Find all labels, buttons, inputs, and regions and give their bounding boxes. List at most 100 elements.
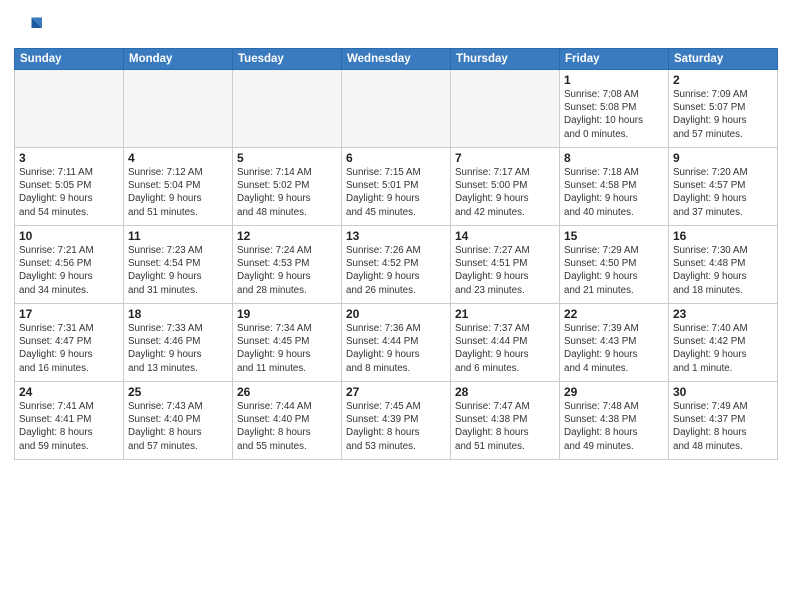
week-row-1: 1Sunrise: 7:08 AM Sunset: 5:08 PM Daylig…	[15, 70, 778, 148]
day-cell: 12Sunrise: 7:24 AM Sunset: 4:53 PM Dayli…	[233, 226, 342, 304]
day-number: 5	[237, 151, 337, 165]
day-cell: 8Sunrise: 7:18 AM Sunset: 4:58 PM Daylig…	[560, 148, 669, 226]
day-info: Sunrise: 7:11 AM Sunset: 5:05 PM Dayligh…	[19, 166, 119, 219]
day-info: Sunrise: 7:14 AM Sunset: 5:02 PM Dayligh…	[237, 166, 337, 219]
week-row-5: 24Sunrise: 7:41 AM Sunset: 4:41 PM Dayli…	[15, 382, 778, 460]
day-cell: 18Sunrise: 7:33 AM Sunset: 4:46 PM Dayli…	[124, 304, 233, 382]
logo	[14, 14, 46, 42]
day-info: Sunrise: 7:39 AM Sunset: 4:43 PM Dayligh…	[564, 322, 664, 375]
day-info: Sunrise: 7:09 AM Sunset: 5:07 PM Dayligh…	[673, 88, 773, 141]
column-header-thursday: Thursday	[451, 49, 560, 70]
day-cell: 23Sunrise: 7:40 AM Sunset: 4:42 PM Dayli…	[669, 304, 778, 382]
day-number: 2	[673, 73, 773, 87]
day-info: Sunrise: 7:49 AM Sunset: 4:37 PM Dayligh…	[673, 400, 773, 453]
day-cell: 1Sunrise: 7:08 AM Sunset: 5:08 PM Daylig…	[560, 70, 669, 148]
day-number: 17	[19, 307, 119, 321]
day-cell	[124, 70, 233, 148]
day-cell: 15Sunrise: 7:29 AM Sunset: 4:50 PM Dayli…	[560, 226, 669, 304]
column-header-wednesday: Wednesday	[342, 49, 451, 70]
week-row-3: 10Sunrise: 7:21 AM Sunset: 4:56 PM Dayli…	[15, 226, 778, 304]
day-number: 3	[19, 151, 119, 165]
day-cell: 22Sunrise: 7:39 AM Sunset: 4:43 PM Dayli…	[560, 304, 669, 382]
day-info: Sunrise: 7:44 AM Sunset: 4:40 PM Dayligh…	[237, 400, 337, 453]
day-cell: 6Sunrise: 7:15 AM Sunset: 5:01 PM Daylig…	[342, 148, 451, 226]
logo-icon	[14, 14, 42, 42]
day-cell: 19Sunrise: 7:34 AM Sunset: 4:45 PM Dayli…	[233, 304, 342, 382]
day-number: 4	[128, 151, 228, 165]
day-info: Sunrise: 7:33 AM Sunset: 4:46 PM Dayligh…	[128, 322, 228, 375]
day-cell: 29Sunrise: 7:48 AM Sunset: 4:38 PM Dayli…	[560, 382, 669, 460]
day-number: 23	[673, 307, 773, 321]
day-info: Sunrise: 7:26 AM Sunset: 4:52 PM Dayligh…	[346, 244, 446, 297]
day-cell	[233, 70, 342, 148]
day-cell: 9Sunrise: 7:20 AM Sunset: 4:57 PM Daylig…	[669, 148, 778, 226]
day-info: Sunrise: 7:12 AM Sunset: 5:04 PM Dayligh…	[128, 166, 228, 219]
day-number: 11	[128, 229, 228, 243]
day-cell: 24Sunrise: 7:41 AM Sunset: 4:41 PM Dayli…	[15, 382, 124, 460]
day-number: 22	[564, 307, 664, 321]
day-info: Sunrise: 7:36 AM Sunset: 4:44 PM Dayligh…	[346, 322, 446, 375]
day-cell: 25Sunrise: 7:43 AM Sunset: 4:40 PM Dayli…	[124, 382, 233, 460]
main-container: SundayMondayTuesdayWednesdayThursdayFrid…	[0, 0, 792, 612]
week-row-2: 3Sunrise: 7:11 AM Sunset: 5:05 PM Daylig…	[15, 148, 778, 226]
day-number: 18	[128, 307, 228, 321]
header-row-days: SundayMondayTuesdayWednesdayThursdayFrid…	[15, 49, 778, 70]
day-cell: 4Sunrise: 7:12 AM Sunset: 5:04 PM Daylig…	[124, 148, 233, 226]
column-header-monday: Monday	[124, 49, 233, 70]
day-number: 30	[673, 385, 773, 399]
calendar-body: 1Sunrise: 7:08 AM Sunset: 5:08 PM Daylig…	[15, 70, 778, 460]
week-row-4: 17Sunrise: 7:31 AM Sunset: 4:47 PM Dayli…	[15, 304, 778, 382]
day-info: Sunrise: 7:31 AM Sunset: 4:47 PM Dayligh…	[19, 322, 119, 375]
day-info: Sunrise: 7:15 AM Sunset: 5:01 PM Dayligh…	[346, 166, 446, 219]
day-number: 20	[346, 307, 446, 321]
day-number: 29	[564, 385, 664, 399]
day-number: 27	[346, 385, 446, 399]
day-number: 13	[346, 229, 446, 243]
day-number: 14	[455, 229, 555, 243]
day-info: Sunrise: 7:24 AM Sunset: 4:53 PM Dayligh…	[237, 244, 337, 297]
day-info: Sunrise: 7:43 AM Sunset: 4:40 PM Dayligh…	[128, 400, 228, 453]
header-row	[14, 10, 778, 42]
day-cell: 10Sunrise: 7:21 AM Sunset: 4:56 PM Dayli…	[15, 226, 124, 304]
day-number: 10	[19, 229, 119, 243]
day-info: Sunrise: 7:08 AM Sunset: 5:08 PM Dayligh…	[564, 88, 664, 141]
column-header-friday: Friday	[560, 49, 669, 70]
day-info: Sunrise: 7:48 AM Sunset: 4:38 PM Dayligh…	[564, 400, 664, 453]
calendar-table: SundayMondayTuesdayWednesdayThursdayFrid…	[14, 48, 778, 460]
day-cell: 16Sunrise: 7:30 AM Sunset: 4:48 PM Dayli…	[669, 226, 778, 304]
day-number: 8	[564, 151, 664, 165]
day-cell: 17Sunrise: 7:31 AM Sunset: 4:47 PM Dayli…	[15, 304, 124, 382]
day-number: 25	[128, 385, 228, 399]
day-number: 7	[455, 151, 555, 165]
day-cell: 20Sunrise: 7:36 AM Sunset: 4:44 PM Dayli…	[342, 304, 451, 382]
day-cell: 27Sunrise: 7:45 AM Sunset: 4:39 PM Dayli…	[342, 382, 451, 460]
day-cell: 3Sunrise: 7:11 AM Sunset: 5:05 PM Daylig…	[15, 148, 124, 226]
day-cell: 14Sunrise: 7:27 AM Sunset: 4:51 PM Dayli…	[451, 226, 560, 304]
day-info: Sunrise: 7:30 AM Sunset: 4:48 PM Dayligh…	[673, 244, 773, 297]
day-cell	[15, 70, 124, 148]
day-cell: 13Sunrise: 7:26 AM Sunset: 4:52 PM Dayli…	[342, 226, 451, 304]
day-number: 12	[237, 229, 337, 243]
day-cell: 21Sunrise: 7:37 AM Sunset: 4:44 PM Dayli…	[451, 304, 560, 382]
day-info: Sunrise: 7:29 AM Sunset: 4:50 PM Dayligh…	[564, 244, 664, 297]
day-number: 19	[237, 307, 337, 321]
day-info: Sunrise: 7:37 AM Sunset: 4:44 PM Dayligh…	[455, 322, 555, 375]
day-info: Sunrise: 7:23 AM Sunset: 4:54 PM Dayligh…	[128, 244, 228, 297]
column-header-sunday: Sunday	[15, 49, 124, 70]
day-number: 26	[237, 385, 337, 399]
day-info: Sunrise: 7:17 AM Sunset: 5:00 PM Dayligh…	[455, 166, 555, 219]
day-info: Sunrise: 7:41 AM Sunset: 4:41 PM Dayligh…	[19, 400, 119, 453]
calendar-header: SundayMondayTuesdayWednesdayThursdayFrid…	[15, 49, 778, 70]
day-number: 15	[564, 229, 664, 243]
day-number: 6	[346, 151, 446, 165]
day-info: Sunrise: 7:45 AM Sunset: 4:39 PM Dayligh…	[346, 400, 446, 453]
day-info: Sunrise: 7:34 AM Sunset: 4:45 PM Dayligh…	[237, 322, 337, 375]
day-number: 21	[455, 307, 555, 321]
day-number: 24	[19, 385, 119, 399]
day-info: Sunrise: 7:20 AM Sunset: 4:57 PM Dayligh…	[673, 166, 773, 219]
day-cell: 11Sunrise: 7:23 AM Sunset: 4:54 PM Dayli…	[124, 226, 233, 304]
day-cell	[451, 70, 560, 148]
day-cell: 7Sunrise: 7:17 AM Sunset: 5:00 PM Daylig…	[451, 148, 560, 226]
day-cell: 28Sunrise: 7:47 AM Sunset: 4:38 PM Dayli…	[451, 382, 560, 460]
column-header-tuesday: Tuesday	[233, 49, 342, 70]
